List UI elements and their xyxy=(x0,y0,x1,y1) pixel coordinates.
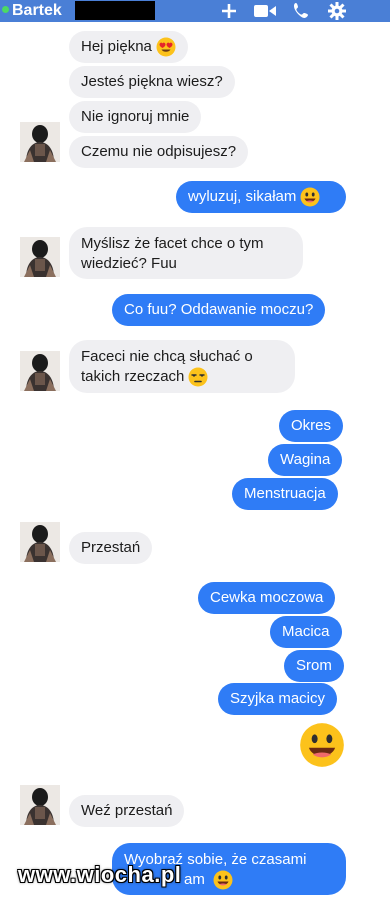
grinning-emoji xyxy=(213,870,233,890)
contact-name[interactable]: Bartek xyxy=(12,2,62,20)
outgoing-message[interactable]: Srom xyxy=(284,650,344,682)
phone-icon[interactable] xyxy=(290,1,312,21)
message-text: Okres xyxy=(291,417,332,434)
contact-avatar[interactable] xyxy=(20,351,60,391)
message-text: Srom xyxy=(296,657,332,674)
unamused-emoji xyxy=(188,367,208,387)
outgoing-message[interactable]: wyluzuj, sikałam xyxy=(176,181,346,213)
incoming-message[interactable]: Weź przestań xyxy=(69,795,185,827)
watermark: www.wiocha.pl xyxy=(18,862,182,887)
chat-header: Bartek xyxy=(0,0,390,22)
incoming-message[interactable]: Nie ignoruj mnie xyxy=(69,101,202,133)
outgoing-message[interactable]: Okres xyxy=(279,410,344,442)
contact-avatar[interactable] xyxy=(20,237,60,277)
message-text: Hej piękna xyxy=(81,38,152,55)
outgoing-message[interactable]: Macica xyxy=(270,616,342,648)
message-text: Co fuu? Oddawanie moczu? xyxy=(124,301,314,318)
incoming-message[interactable]: Faceci nie chcą słuchać o takich rzeczac… xyxy=(69,340,295,393)
message-text: Faceci nie chcą słuchać o takich rzeczac… xyxy=(81,347,283,387)
message-text: Nie ignoruj mnie xyxy=(81,108,190,125)
outgoing-message[interactable]: Menstruacja xyxy=(232,478,338,510)
video-icon[interactable] xyxy=(254,1,276,21)
outgoing-message[interactable]: Cewka moczowa xyxy=(198,582,336,614)
gear-icon[interactable] xyxy=(326,1,348,21)
message-text-line2: am xyxy=(184,871,205,888)
more-icon[interactable] xyxy=(362,1,384,21)
message-text: Przestań xyxy=(81,539,141,556)
online-status-dot xyxy=(2,6,9,13)
incoming-message[interactable]: Przestań xyxy=(69,532,153,564)
message-text: Czemu nie odpisujesz? xyxy=(81,143,237,160)
plus-icon[interactable] xyxy=(218,1,240,21)
message-text: Jesteś piękna wiesz? xyxy=(81,73,223,90)
message-text: Macica xyxy=(282,623,330,640)
contact-avatar[interactable] xyxy=(20,785,60,825)
incoming-message[interactable]: Myślisz że facet chce o tym wiedzieć? Fu… xyxy=(69,227,303,279)
message-text: Weź przestań xyxy=(81,802,173,819)
incoming-message[interactable]: Hej piękna xyxy=(69,31,188,63)
message-text: Menstruacja xyxy=(244,485,326,502)
contact-avatar[interactable] xyxy=(20,522,60,562)
grinning-emoji[interactable] xyxy=(299,722,345,768)
incoming-message[interactable]: Jesteś piękna wiesz? xyxy=(69,66,235,98)
outgoing-message[interactable]: Szyjka macicy xyxy=(218,683,338,715)
grinning-emoji xyxy=(300,187,320,207)
redacted-surname xyxy=(75,1,155,20)
message-text: Myślisz że facet chce o tym wiedzieć? Fu… xyxy=(81,235,264,272)
outgoing-message[interactable]: Wagina xyxy=(268,444,343,476)
incoming-message[interactable]: Czemu nie odpisujesz? xyxy=(69,136,249,168)
contact-avatar[interactable] xyxy=(20,122,60,162)
message-text: Wagina xyxy=(280,451,331,468)
message-text: Szyjka macicy xyxy=(230,690,326,707)
outgoing-message[interactable]: Co fuu? Oddawanie moczu? xyxy=(112,294,326,326)
heart-eyes-emoji xyxy=(156,37,176,57)
message-text: wyluzuj, sikałam xyxy=(188,188,297,205)
message-text-part: Faceci nie chcą słuchać o takich rzeczac… xyxy=(81,348,253,385)
message-text: Cewka moczowa xyxy=(210,589,324,606)
